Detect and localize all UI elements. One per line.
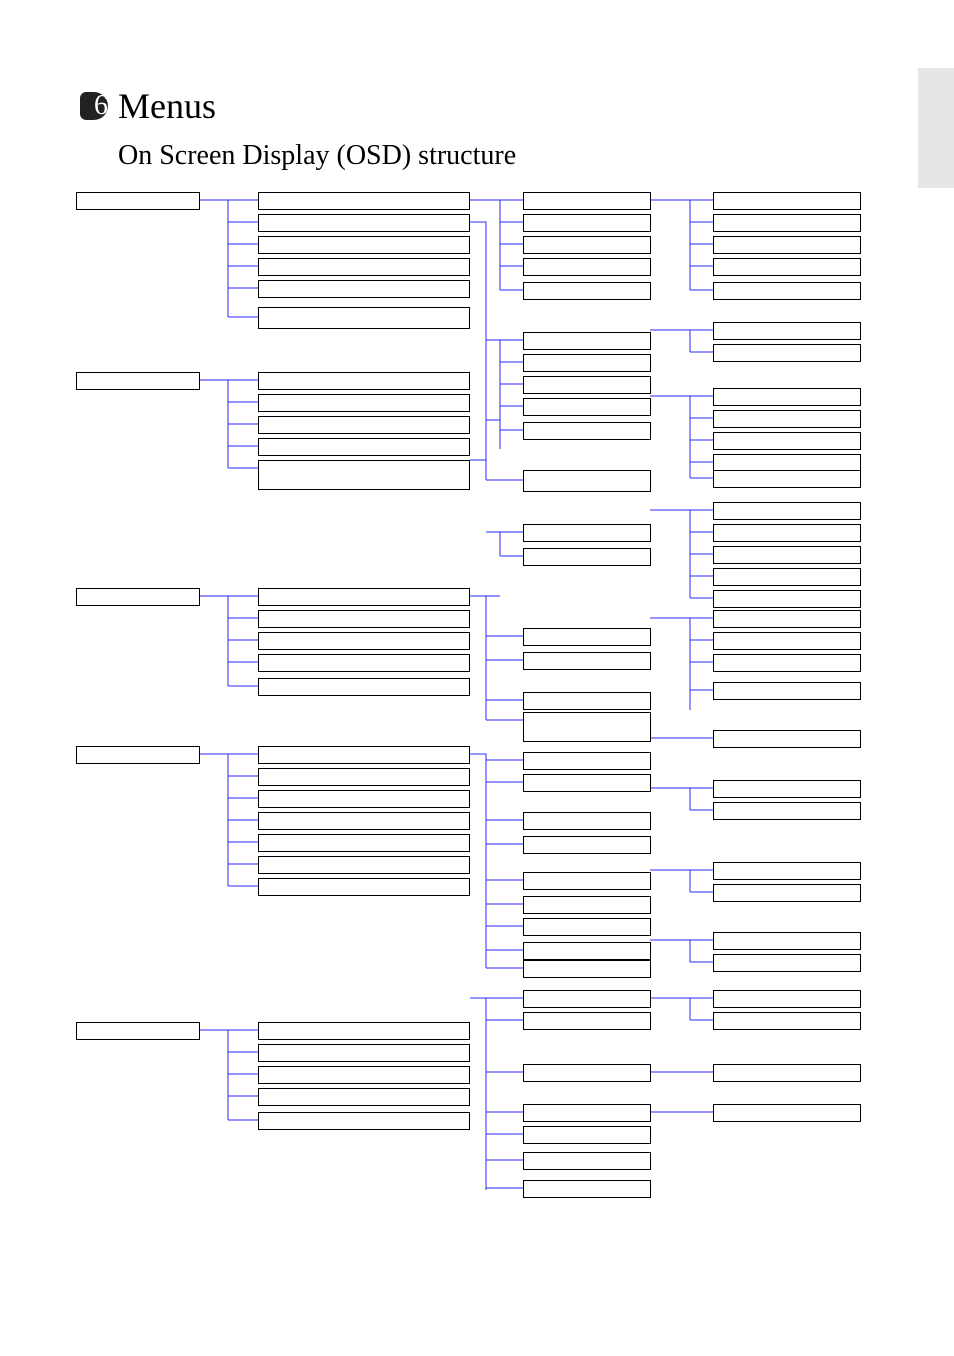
l3-node xyxy=(523,652,651,670)
root-node-3 xyxy=(76,588,200,606)
l4-node xyxy=(713,1064,861,1082)
l2-node xyxy=(258,394,470,412)
l4-node xyxy=(713,954,861,972)
l4-node xyxy=(713,590,861,608)
l3-node xyxy=(523,1064,651,1082)
l4-node xyxy=(713,388,861,406)
l4-node xyxy=(713,470,861,488)
l4-node xyxy=(713,862,861,880)
l3-node xyxy=(523,918,651,936)
l3-node xyxy=(523,376,651,394)
l2-node xyxy=(258,790,470,808)
l4-node xyxy=(713,802,861,820)
l2-node xyxy=(258,258,470,276)
l3-node xyxy=(523,332,651,350)
l2-node xyxy=(258,1022,470,1040)
l3-node xyxy=(523,942,651,960)
l4-node xyxy=(713,884,861,902)
l4-node xyxy=(713,236,861,254)
l4-node xyxy=(713,990,861,1008)
l3-node xyxy=(523,628,651,646)
l3-node xyxy=(523,1104,651,1122)
l3-node xyxy=(523,1180,651,1198)
l3-node xyxy=(523,422,651,440)
l4-node xyxy=(713,432,861,450)
l2-node xyxy=(258,460,470,490)
l2-node xyxy=(258,812,470,830)
l2-node xyxy=(258,214,470,232)
l2-node xyxy=(258,588,470,606)
l3-node xyxy=(523,774,651,792)
l3-node xyxy=(523,1126,651,1144)
l3-node xyxy=(523,258,651,276)
l2-node xyxy=(258,1088,470,1106)
l4-node xyxy=(713,214,861,232)
l4-node xyxy=(713,1104,861,1122)
l3-node xyxy=(523,282,651,300)
l4-node xyxy=(713,344,861,362)
l3-node xyxy=(523,214,651,232)
l4-node xyxy=(713,502,861,520)
l4-node xyxy=(713,730,861,748)
l4-node xyxy=(713,654,861,672)
l2-node xyxy=(258,654,470,672)
l4-node xyxy=(713,410,861,428)
l2-node xyxy=(258,1066,470,1084)
l2-node xyxy=(258,834,470,852)
l3-node xyxy=(523,354,651,372)
l2-node xyxy=(258,280,470,298)
l3-node xyxy=(523,990,651,1008)
l2-node xyxy=(258,632,470,650)
l2-node xyxy=(258,768,470,786)
l4-node xyxy=(713,524,861,542)
l2-node xyxy=(258,746,470,764)
l3-node xyxy=(523,1012,651,1030)
l3-node xyxy=(523,712,651,742)
l3-node xyxy=(523,524,651,542)
l3-node xyxy=(523,236,651,254)
l3-node xyxy=(523,836,651,854)
l3-node xyxy=(523,896,651,914)
l3-node xyxy=(523,398,651,416)
l3-node xyxy=(523,470,651,492)
l2-node xyxy=(258,416,470,434)
l2-node xyxy=(258,610,470,628)
l3-node xyxy=(523,548,651,566)
l4-node xyxy=(713,546,861,564)
l2-node xyxy=(258,307,470,329)
l3-node xyxy=(523,960,651,978)
l4-node xyxy=(713,682,861,700)
l4-node xyxy=(713,258,861,276)
l4-node xyxy=(713,192,861,210)
l4-node xyxy=(713,322,861,340)
root-node-5 xyxy=(76,1022,200,1040)
l3-node xyxy=(523,872,651,890)
l4-node xyxy=(713,610,861,628)
l2-node xyxy=(258,1044,470,1062)
l2-node xyxy=(258,856,470,874)
l3-node xyxy=(523,812,651,830)
l4-node xyxy=(713,632,861,650)
l4-node xyxy=(713,1012,861,1030)
l2-node xyxy=(258,878,470,896)
l2-node xyxy=(258,192,470,210)
l4-node xyxy=(713,568,861,586)
l4-node xyxy=(713,932,861,950)
l2-node xyxy=(258,1112,470,1130)
l2-node xyxy=(258,372,470,390)
l4-node xyxy=(713,282,861,300)
l3-node xyxy=(523,752,651,770)
l3-node xyxy=(523,692,651,710)
l4-node xyxy=(713,780,861,798)
l2-node xyxy=(258,678,470,696)
l3-node xyxy=(523,1152,651,1170)
root-node-1 xyxy=(76,192,200,210)
root-node-4 xyxy=(76,746,200,764)
root-node-2 xyxy=(76,372,200,390)
l3-node xyxy=(523,192,651,210)
l2-node xyxy=(258,236,470,254)
l2-node xyxy=(258,438,470,456)
